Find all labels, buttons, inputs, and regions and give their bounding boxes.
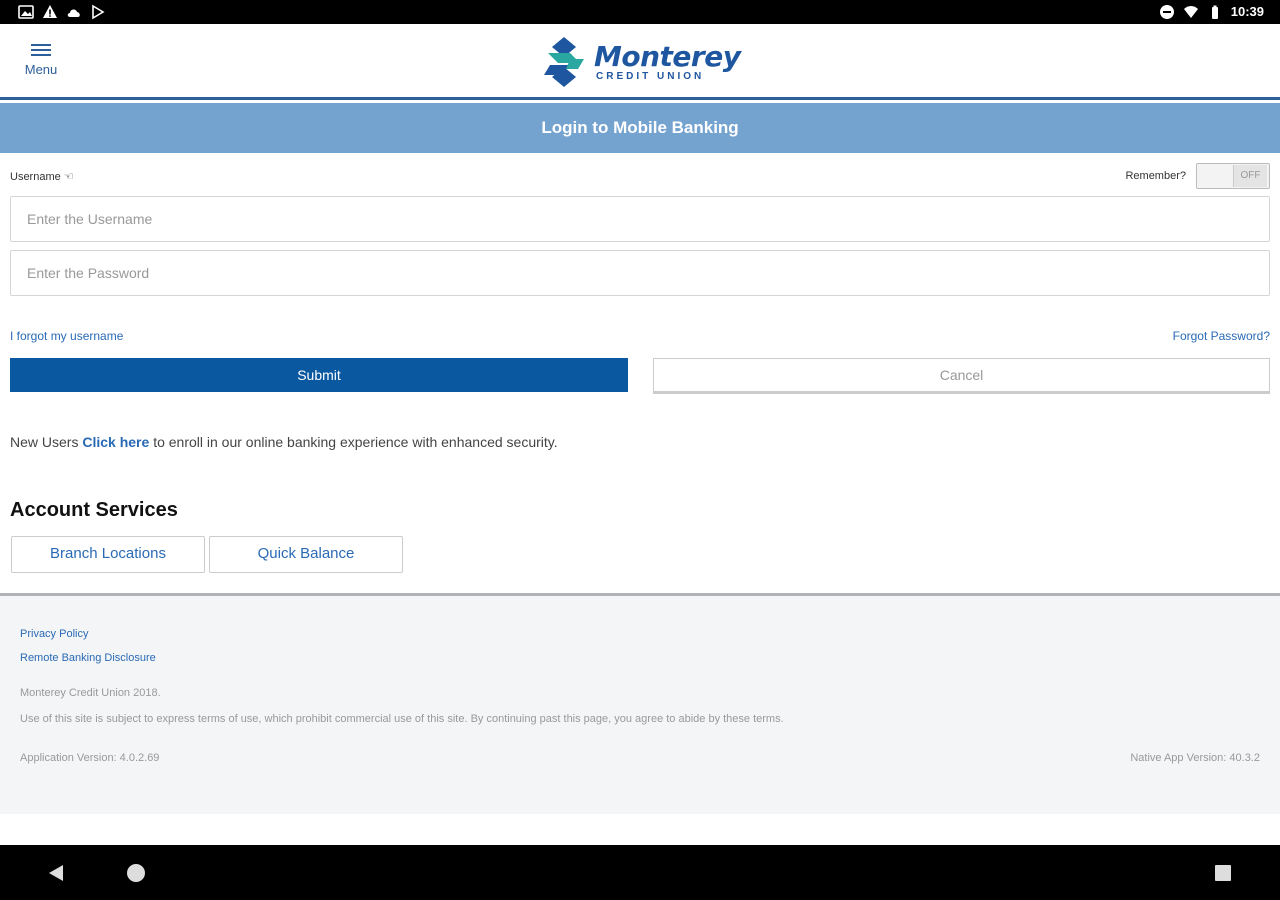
terms-text: Use of this site is subject to express t… — [20, 713, 784, 725]
cancel-button[interactable]: Cancel — [653, 358, 1270, 394]
system-navigation-bar — [0, 845, 1280, 900]
status-time: 10:39 — [1230, 4, 1264, 19]
logo-name: Monterey — [594, 39, 741, 73]
back-icon[interactable] — [46, 863, 66, 883]
menu-label: Menu — [24, 62, 58, 77]
warning-icon — [43, 5, 57, 18]
footer: Privacy Policy Remote Banking Disclosure… — [0, 593, 1280, 814]
remember-control: Remember? OFF — [1125, 163, 1270, 189]
native-app-version: Native App Version: 40.3.2 — [1130, 752, 1260, 764]
page-title: Login to Mobile Banking — [0, 103, 1280, 153]
monterey-emblem-icon — [544, 37, 584, 87]
monterey-logo: Monterey CREDIT UNION — [540, 34, 741, 90]
logo-subtitle: CREDIT UNION — [596, 70, 705, 82]
forgot-username-link[interactable]: I forgot my username — [10, 329, 123, 343]
enroll-text: New Users Click here to enroll in our on… — [10, 434, 558, 450]
app-header: Menu Monterey CREDIT UNION — [0, 24, 1280, 100]
play-store-icon — [92, 4, 105, 20]
enroll-prefix: New Users — [10, 434, 79, 450]
status-bar: 10:39 — [0, 0, 1280, 24]
hamburger-icon — [31, 44, 51, 56]
home-icon[interactable] — [126, 863, 146, 883]
wifi-icon — [1183, 6, 1198, 18]
status-bar-right-icons: 10:39 — [1159, 4, 1264, 20]
recents-icon[interactable] — [1214, 864, 1232, 882]
copyright-text: Monterey Credit Union 2018. — [20, 687, 161, 699]
submit-button[interactable]: Submit — [10, 358, 628, 392]
remember-toggle[interactable]: OFF — [1196, 163, 1270, 189]
do-not-disturb-icon — [1159, 5, 1174, 19]
menu-button[interactable]: Menu — [20, 42, 62, 77]
remote-banking-disclosure-link[interactable]: Remote Banking Disclosure — [20, 652, 156, 664]
cloud-icon — [67, 9, 80, 17]
remember-toggle-state: OFF — [1233, 165, 1267, 187]
username-label: Username ☜ — [10, 171, 74, 183]
gallery-icon — [18, 5, 34, 19]
enroll-suffix: to enroll in our online banking experien… — [153, 434, 558, 450]
branch-locations-button[interactable]: Branch Locations — [11, 536, 205, 573]
enroll-link[interactable]: Click here — [82, 434, 149, 450]
application-version: Application Version: 4.0.2.69 — [20, 752, 160, 764]
password-input[interactable] — [10, 250, 1270, 296]
status-bar-left-icons — [18, 4, 106, 20]
remember-label: Remember? — [1125, 170, 1186, 182]
battery-icon — [1211, 5, 1218, 19]
privacy-policy-link[interactable]: Privacy Policy — [20, 628, 88, 640]
username-label-row: Username ☜ Remember? OFF — [10, 162, 1270, 190]
username-input[interactable] — [10, 196, 1270, 242]
account-services-heading: Account Services — [10, 499, 178, 521]
quick-balance-button[interactable]: Quick Balance — [209, 536, 403, 573]
forgot-password-link[interactable]: Forgot Password? — [1173, 329, 1270, 343]
